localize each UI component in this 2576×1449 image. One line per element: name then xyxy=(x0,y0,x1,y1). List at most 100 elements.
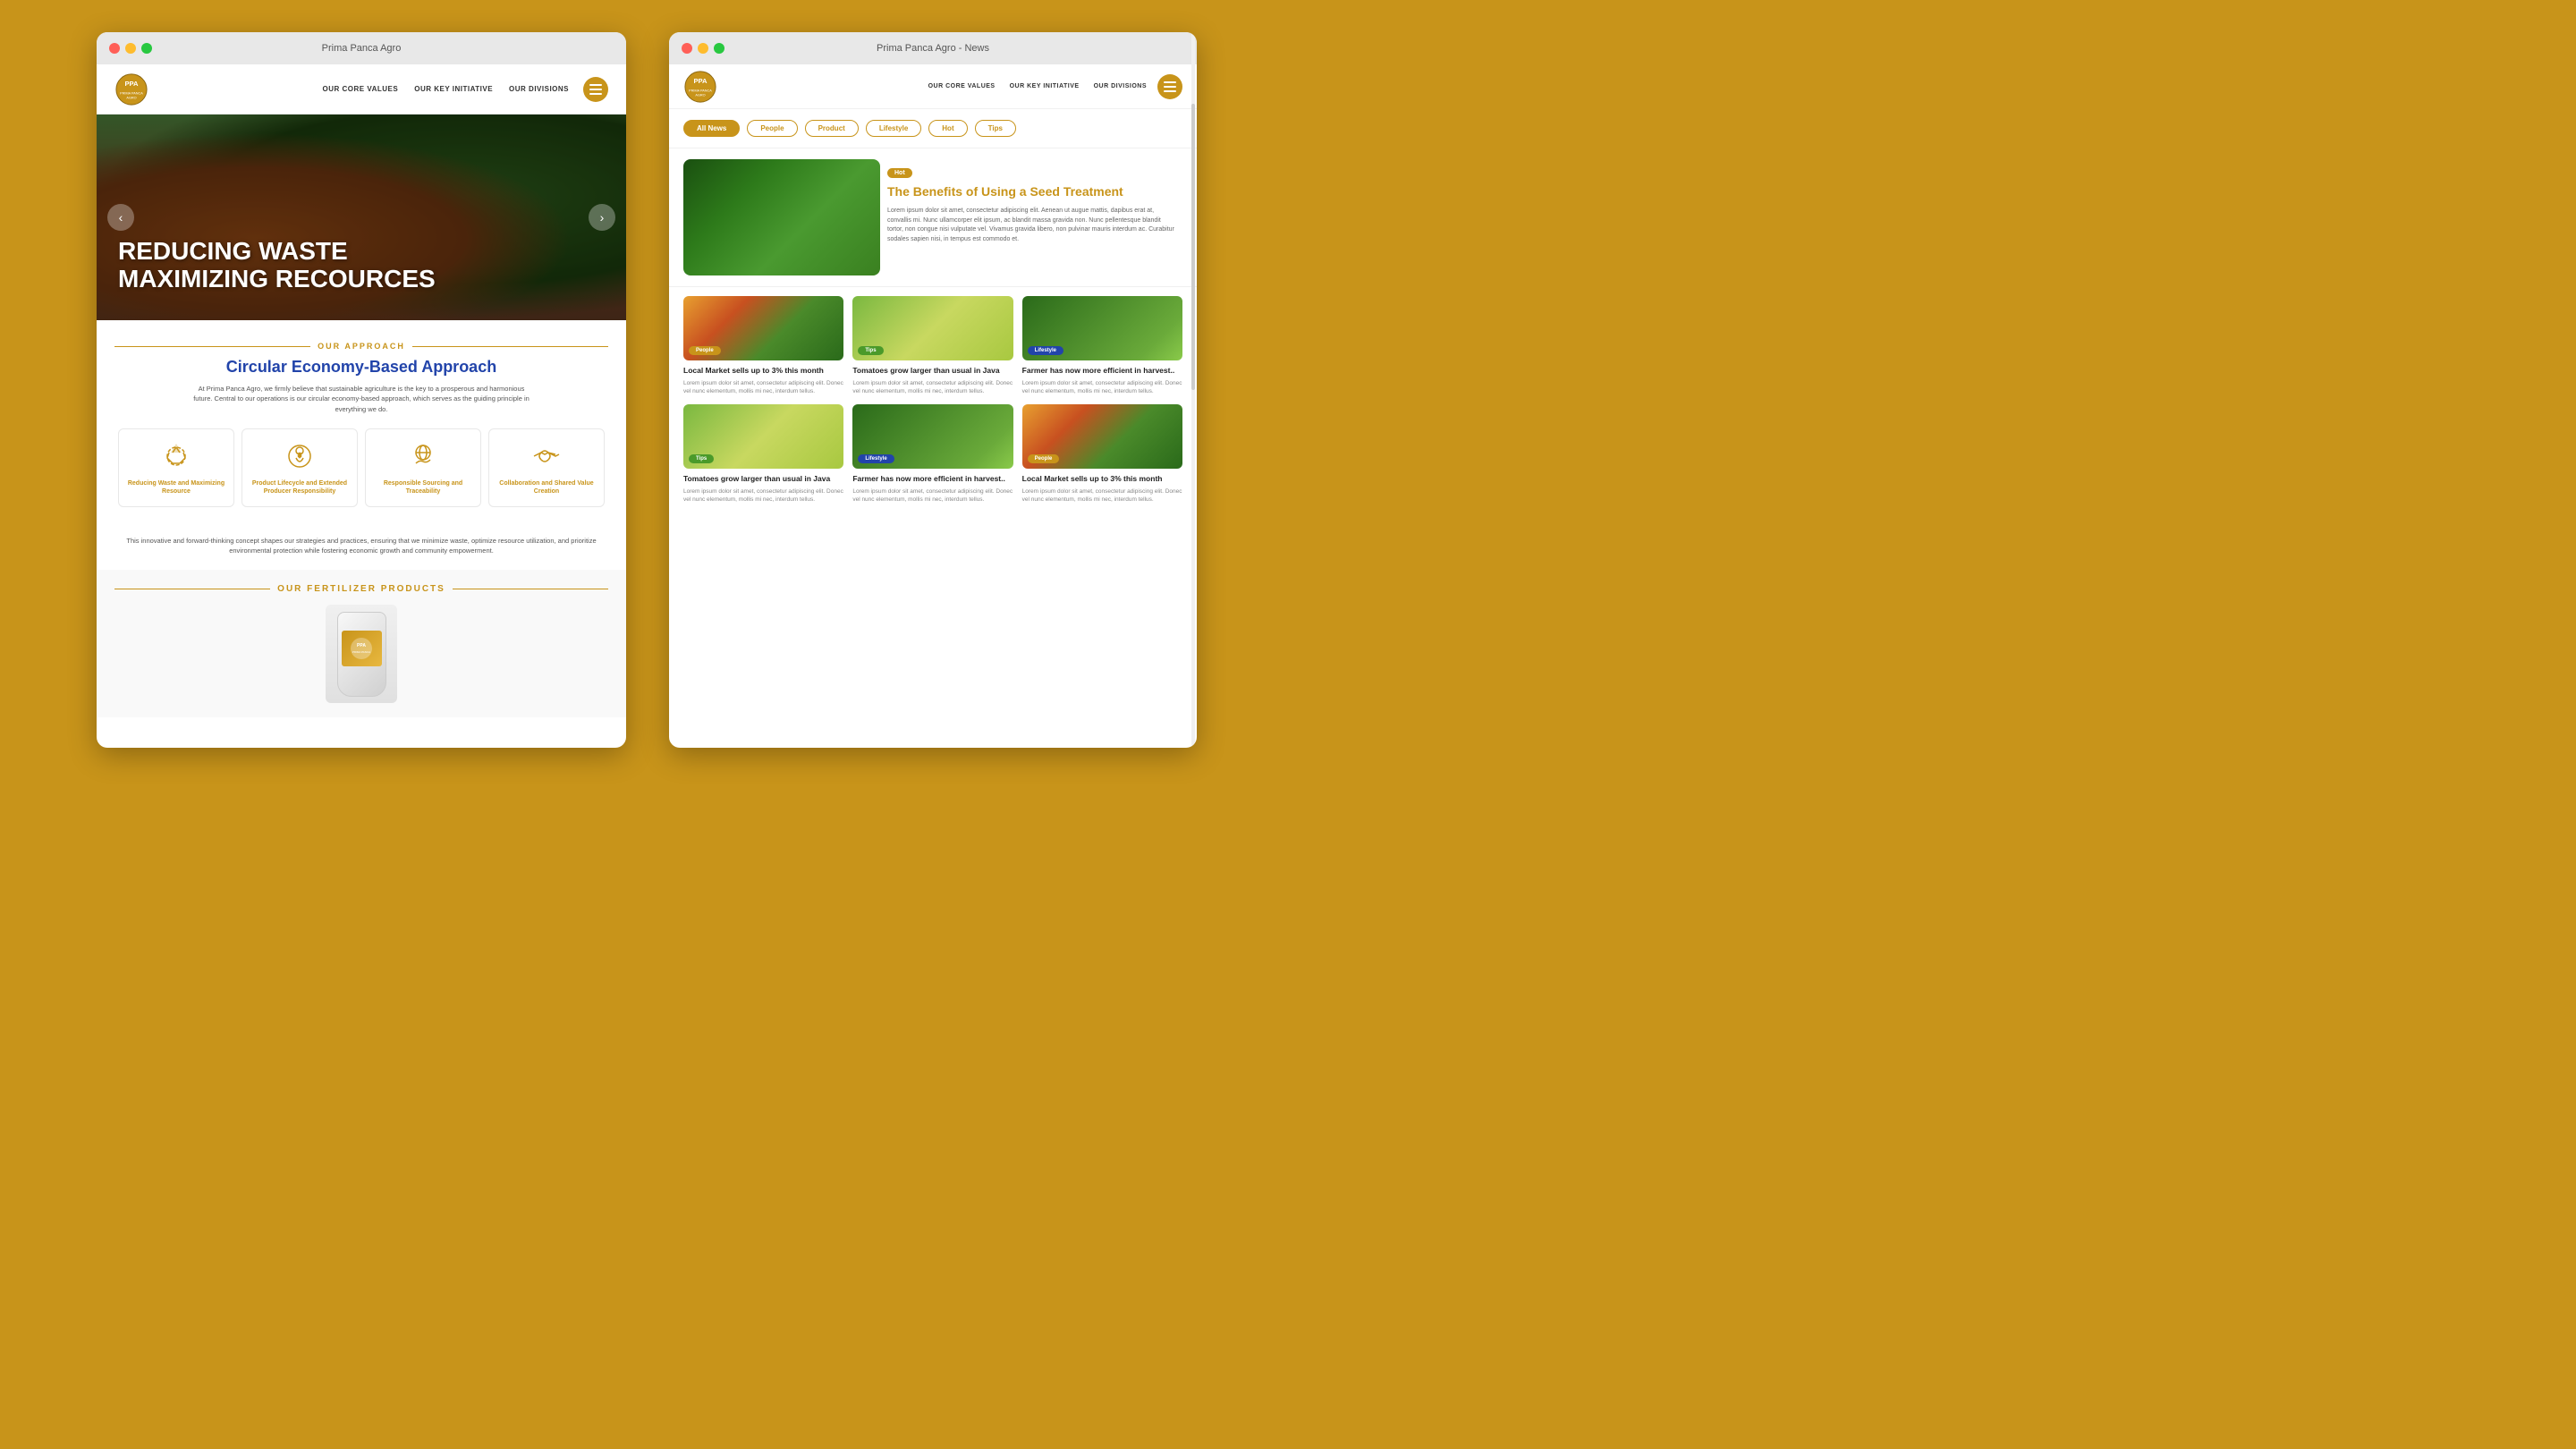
rw-nav-core-values[interactable]: OUR CORE VALUES xyxy=(928,83,996,89)
approach-title: Circular Economy-Based Approach xyxy=(114,358,608,377)
menu-icon-left[interactable] xyxy=(583,77,608,102)
logo-icon-right: PPA PRIMA PANCA AGRO xyxy=(683,70,717,104)
news-card-desc-2: Lorem ipsum dolor sit amet, consectetur … xyxy=(852,379,1013,395)
chevron-left-icon: ‹ xyxy=(119,210,123,225)
news-card-title-6: Local Market sells up to 3% this month xyxy=(1022,474,1182,484)
svg-text:PRIMA PANCA: PRIMA PANCA xyxy=(352,650,370,654)
svg-text:AGRO: AGRO xyxy=(695,93,705,97)
news-card-desc-5: Lorem ipsum dolor sit amet, consectetur … xyxy=(852,487,1013,504)
news-badge-6: People xyxy=(1028,454,1060,463)
card-label-1: Reducing Waste and Maximizing Resource xyxy=(126,479,226,496)
featured-description: Lorem ipsum dolor sit amet, consectetur … xyxy=(887,207,1175,244)
tab-tips[interactable]: Tips xyxy=(975,120,1016,137)
featured-img-bg xyxy=(683,159,880,275)
tab-all-news[interactable]: All News xyxy=(683,120,740,137)
logo-area-left: PPA PRIMA PANCA AGRO xyxy=(114,72,148,106)
approach-section: OUR APPROACH Circular Economy-Based Appr… xyxy=(97,320,626,536)
approach-card-1: Reducing Waste and Maximizing Resource xyxy=(118,428,234,507)
news-card-4[interactable]: Tips Tomatoes grow larger than usual in … xyxy=(683,404,843,504)
window-controls-right xyxy=(682,43,724,54)
svg-text:PRIMA PANCA: PRIMA PANCA xyxy=(120,91,143,95)
close-dot[interactable] xyxy=(109,43,120,54)
close-dot-right[interactable] xyxy=(682,43,692,54)
news-card-desc-3: Lorem ipsum dolor sit amet, consectetur … xyxy=(1022,379,1182,395)
rw-nav-links: OUR CORE VALUES OUR KEY INITIATIVE OUR D… xyxy=(928,83,1147,89)
menu-line-1 xyxy=(589,84,602,86)
approach-footer: This innovative and forward-thinking con… xyxy=(97,536,626,571)
menu-icon-right[interactable] xyxy=(1157,74,1182,99)
news-card-5[interactable]: Lifestyle Farmer has now more efficient … xyxy=(852,404,1013,504)
handshake-icon xyxy=(530,440,563,472)
approach-card-3: Responsible Sourcing and Traceability xyxy=(365,428,481,507)
tab-product[interactable]: Product xyxy=(805,120,859,137)
news-badge-3: Lifestyle xyxy=(1028,346,1063,355)
scrollbar-right[interactable] xyxy=(1191,32,1195,748)
nav-core-values-left[interactable]: OUR CORE VALUES xyxy=(323,85,399,93)
news-card-img-1: People xyxy=(683,296,843,360)
scrollbar-thumb-right xyxy=(1191,104,1195,390)
news-card-desc-4: Lorem ipsum dolor sit amet, consectetur … xyxy=(683,487,843,504)
filter-tabs: All News People Product Lifestyle Hot Ti… xyxy=(669,109,1197,148)
maximize-dot[interactable] xyxy=(141,43,152,54)
window-title-right: Prima Panca Agro - News xyxy=(877,43,989,54)
svg-text:PPA: PPA xyxy=(357,643,366,648)
maximize-dot-right[interactable] xyxy=(714,43,724,54)
tab-people[interactable]: People xyxy=(747,120,797,137)
menu-line-2 xyxy=(589,89,602,90)
hero-section: ‹ › REDUCING WASTE MAXIMIZING RECOURCES xyxy=(97,114,626,320)
menu-line-3 xyxy=(589,93,602,95)
minimize-dot-right[interactable] xyxy=(698,43,708,54)
rw-nav-divisions[interactable]: OUR DIVISIONS xyxy=(1094,83,1147,89)
news-badge-4: Tips xyxy=(689,454,714,463)
news-grid-row2: Tips Tomatoes grow larger than usual in … xyxy=(669,404,1197,513)
tab-lifestyle[interactable]: Lifestyle xyxy=(866,120,921,137)
product-bag-shape: PPA PRIMA PANCA xyxy=(337,612,386,697)
card-label-3: Responsible Sourcing and Traceability xyxy=(373,479,473,496)
news-card-img-5: Lifestyle xyxy=(852,404,1013,469)
nav-links-left: OUR CORE VALUES OUR KEY INITIATIVE OUR D… xyxy=(323,85,569,93)
news-grid-row1: People Local Market sells up to 3% this … xyxy=(669,287,1197,404)
news-badge-1: People xyxy=(689,346,721,355)
news-card-img-2: Tips xyxy=(852,296,1013,360)
window-controls-left xyxy=(109,43,152,54)
window-chrome-left: Prima Panca Agro xyxy=(97,32,626,64)
approach-label: OUR APPROACH xyxy=(114,342,608,351)
window-chrome-right: Prima Panca Agro - News xyxy=(669,32,1197,64)
svg-text:PPA: PPA xyxy=(693,77,708,85)
news-card-2[interactable]: Tips Tomatoes grow larger than usual in … xyxy=(852,296,1013,395)
hero-prev-button[interactable]: ‹ xyxy=(107,204,134,231)
news-badge-2: Tips xyxy=(858,346,883,355)
approach-card-4: Collaboration and Shared Value Creation xyxy=(488,428,605,507)
lifecycle-icon: $ xyxy=(284,440,316,472)
news-card-6[interactable]: People Local Market sells up to 3% this … xyxy=(1022,404,1182,504)
featured-badge: Hot xyxy=(887,168,912,178)
left-navbar: PPA PRIMA PANCA AGRO OUR CORE VALUES OUR… xyxy=(97,64,626,114)
nav-divisions-left[interactable]: OUR DIVISIONS xyxy=(509,85,569,93)
hero-next-button[interactable]: › xyxy=(589,204,615,231)
hero-content: REDUCING WASTE MAXIMIZING RECOURCES xyxy=(118,238,436,293)
card-label-4: Collaboration and Shared Value Creation xyxy=(496,479,597,496)
news-badge-5: Lifestyle xyxy=(858,454,894,463)
news-card-img-6: People xyxy=(1022,404,1182,469)
approach-card-2: $ Product Lifecycle and Extended Produce… xyxy=(242,428,358,507)
news-card-3[interactable]: Lifestyle Farmer has now more efficient … xyxy=(1022,296,1182,395)
approach-cards: Reducing Waste and Maximizing Resource $… xyxy=(118,428,605,507)
news-card-title-3: Farmer has now more efficient in harvest… xyxy=(1022,366,1182,376)
minimize-dot[interactable] xyxy=(125,43,136,54)
news-card-img-3: Lifestyle xyxy=(1022,296,1182,360)
featured-article: Hot The Benefits of Using a Seed Treatme… xyxy=(669,148,1197,287)
featured-image xyxy=(683,159,880,275)
tab-hot[interactable]: Hot xyxy=(928,120,967,137)
svg-text:PRIMA PANCA: PRIMA PANCA xyxy=(689,89,712,92)
menu-line-r3 xyxy=(1164,90,1176,92)
nav-key-initiative-left[interactable]: OUR KEY INITIATIVE xyxy=(414,85,493,93)
news-card-title-2: Tomatoes grow larger than usual in Java xyxy=(852,366,1013,376)
hero-title-line1: REDUCING WASTE xyxy=(118,238,436,266)
product-label-strip: PPA PRIMA PANCA xyxy=(342,631,382,666)
rw-nav-key-initiative[interactable]: OUR KEY INITIATIVE xyxy=(1010,83,1080,89)
card-label-2: Product Lifecycle and Extended Producer … xyxy=(250,479,350,496)
logo-area-right: PPA PRIMA PANCA AGRO xyxy=(683,70,717,104)
news-card-1[interactable]: People Local Market sells up to 3% this … xyxy=(683,296,843,395)
featured-content: Hot The Benefits of Using a Seed Treatme… xyxy=(880,159,1182,275)
approach-description: At Prima Panca Agro, we firmly believe t… xyxy=(191,384,531,414)
